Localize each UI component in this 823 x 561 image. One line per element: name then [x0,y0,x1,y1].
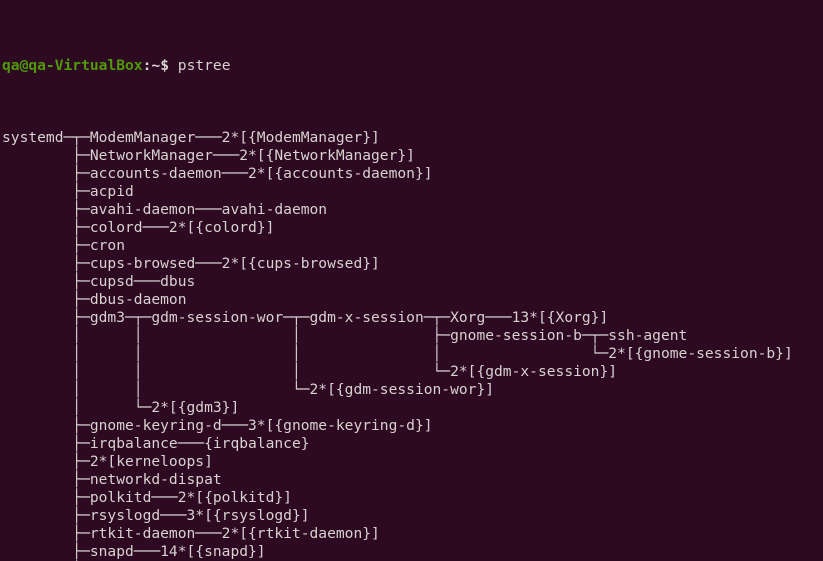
pstree-line: ├─snapd───14*[{snapd}] [2,543,266,560]
pstree-line: ├─cron [2,237,126,254]
pstree-line: │ │ └─2*[{gdm-session-wor}] [2,381,495,398]
entered-command: pstree [177,57,231,74]
shell-prompt-line: qa@qa-VirtualBox:~$ pstree [2,57,823,75]
pstree-line: ├─accounts-daemon───2*[{accounts-daemon}… [2,165,433,182]
prompt-path: ~ [151,57,161,74]
pstree-line: ├─irqbalance───{irqbalance} [2,435,310,452]
pstree-line: ├─polkitd───2*[{polkitd}] [2,489,292,506]
prompt-sigil: $ [160,57,169,74]
pstree-line: ├─avahi-daemon───avahi-daemon [2,201,328,218]
pstree-line: ├─gnome-keyring-d───3*[{gnome-keyring-d}… [2,417,433,434]
prompt-user-host: qa@qa-VirtualBox [2,57,143,74]
pstree-line: │ └─2*[{gdm3}] [2,399,240,416]
pstree-line: ├─rsyslogd───3*[{rsyslogd}] [2,507,310,524]
pstree-output: systemd─┬─ModemManager───2*[{ModemManage… [2,129,823,561]
pstree-line: │ │ │ │ └─2*[{gnome-session-b}] [2,345,793,362]
pstree-line: ├─acpid [2,183,134,200]
pstree-line: ├─2*[kerneloops] [2,453,213,470]
pstree-line: systemd─┬─ModemManager───2*[{ModemManage… [2,129,380,146]
pstree-line: ├─colord───2*[{colord}] [2,219,275,236]
pstree-line: │ │ │ └─2*[{gdm-x-session}] [2,363,618,380]
pstree-line: ├─cupsd───dbus [2,273,196,290]
terminal-window[interactable]: qa@qa-VirtualBox:~$ pstree systemd─┬─Mod… [0,0,823,561]
pstree-line: ├─NetworkManager───2*[{NetworkManager}] [2,147,415,164]
pstree-line: ├─networkd-dispat [2,471,222,488]
pstree-line: ├─rtkit-daemon───2*[{rtkit-daemon}] [2,525,380,542]
pstree-line: │ │ │ ├─gnome-session-b─┬─ssh-agent [2,327,688,344]
pstree-line: ├─gdm3─┬─gdm-session-wor─┬─gdm-x-session… [2,309,609,326]
pstree-line: ├─cups-browsed───2*[{cups-browsed}] [2,255,380,272]
pstree-line: ├─dbus-daemon [2,291,187,308]
